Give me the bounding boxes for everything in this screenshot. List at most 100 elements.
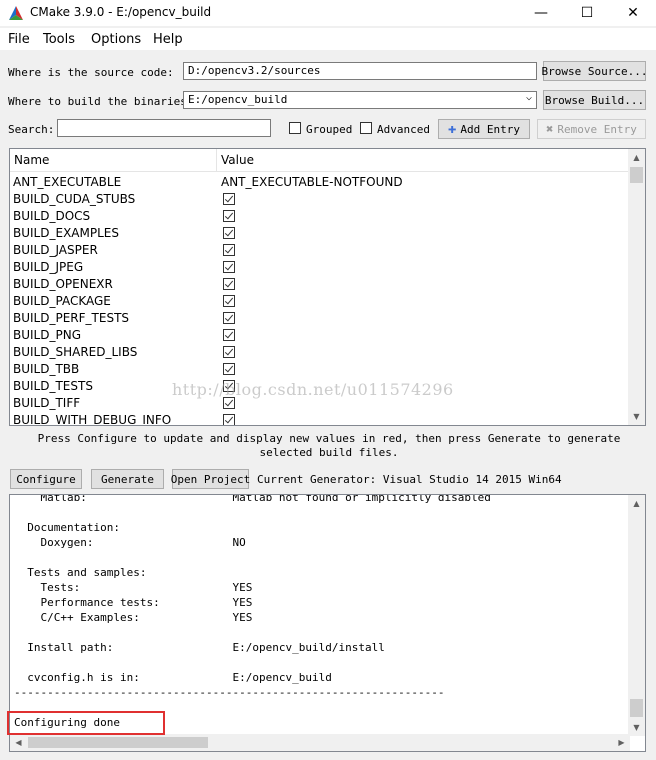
row-name: ANT_EXECUTABLE: [13, 175, 122, 189]
row-checkbox[interactable]: [223, 244, 235, 256]
row-checkbox[interactable]: [223, 346, 235, 358]
close-button[interactable]: ✕: [610, 0, 656, 26]
hscroll-thumb[interactable]: [28, 737, 208, 748]
output-hscrollbar[interactable]: ◀ ▶: [10, 734, 630, 751]
row-name: BUILD_SHARED_LIBS: [13, 345, 138, 359]
build-label: Where to build the binaries:: [8, 95, 194, 108]
row-checkbox[interactable]: [223, 312, 235, 324]
browse-build-button[interactable]: Browse Build...: [543, 90, 646, 110]
column-header-name[interactable]: Name: [14, 153, 49, 167]
cmake-logo-icon: [9, 6, 23, 20]
scroll-down-icon[interactable]: ▼: [628, 719, 645, 736]
table-scrollbar[interactable]: ▲ ▼: [628, 149, 645, 425]
row-checkbox[interactable]: [223, 261, 235, 273]
output-line: Matlab: Matlab not found or implicitly d…: [14, 494, 491, 504]
row-checkbox[interactable]: [223, 414, 235, 425]
table-row[interactable]: BUILD_JPEG: [10, 259, 630, 276]
scroll-thumb[interactable]: [630, 699, 643, 717]
remove-icon: ✖: [546, 122, 554, 136]
output-line: Tests and samples:: [14, 566, 147, 579]
row-value[interactable]: ANT_EXECUTABLE-NOTFOUND: [221, 175, 403, 189]
add-entry-button[interactable]: ✚ Add Entry: [438, 119, 530, 139]
remove-entry-label: Remove Entry: [557, 122, 637, 136]
output-line: Documentation:: [14, 521, 120, 534]
output-line: Tests: YES: [14, 581, 253, 594]
scroll-right-icon[interactable]: ▶: [613, 734, 630, 751]
row-name: BUILD_WITH_DEBUG_INFO: [13, 413, 172, 426]
output-line: Performance tests: YES: [14, 596, 253, 609]
window-title: CMake 3.9.0 - E:/opencv_build: [30, 5, 212, 19]
table-row[interactable]: BUILD_SHARED_LIBS: [10, 344, 630, 361]
menu-bar: File Tools Options Help: [0, 28, 656, 50]
build-path-combobox[interactable]: E:/opencv_build ⌵: [183, 91, 537, 109]
output-line: Install path: E:/opencv_build/install: [14, 641, 385, 654]
row-checkbox[interactable]: [223, 227, 235, 239]
row-name: BUILD_TBB: [13, 362, 80, 376]
configure-button[interactable]: Configure: [10, 469, 82, 489]
grouped-label: Grouped: [306, 123, 353, 136]
column-divider[interactable]: [216, 149, 217, 171]
highlight-annotation: [7, 711, 165, 735]
row-checkbox[interactable]: [223, 278, 235, 290]
row-checkbox[interactable]: [223, 210, 235, 222]
scroll-left-icon[interactable]: ◀: [10, 734, 27, 751]
row-name: BUILD_JASPER: [13, 243, 98, 257]
row-checkbox[interactable]: [223, 193, 235, 205]
row-name: BUILD_CUDA_STUBS: [13, 192, 136, 206]
table-row[interactable]: BUILD_DOCS: [10, 208, 630, 225]
maximize-button[interactable]: ☐: [564, 0, 610, 26]
source-label: Where is the source code:: [8, 66, 174, 79]
table-row[interactable]: BUILD_WITH_DEBUG_INFO: [10, 412, 630, 426]
table-row[interactable]: BUILD_PERF_TESTS: [10, 310, 630, 327]
table-row[interactable]: BUILD_TBB: [10, 361, 630, 378]
row-name: BUILD_EXAMPLES: [13, 226, 119, 240]
output-vscrollbar[interactable]: ▲ ▼: [628, 495, 645, 736]
chevron-down-icon[interactable]: ⌵: [526, 92, 532, 103]
output-line: ----------------------------------------…: [14, 686, 445, 699]
menu-options[interactable]: Options: [91, 32, 141, 47]
output-line: cvconfig.h is in: E:/opencv_build: [14, 671, 332, 684]
title-bar: CMake 3.9.0 - E:/opencv_build — ☐ ✕: [0, 0, 656, 26]
hint-text: Press Configure to update and display ne…: [37, 432, 621, 459]
row-checkbox[interactable]: [223, 363, 235, 375]
scroll-thumb[interactable]: [630, 167, 643, 183]
open-project-button[interactable]: Open Project: [171, 469, 250, 489]
plus-icon: ✚: [447, 121, 457, 137]
row-name: BUILD_JPEG: [13, 260, 84, 274]
browse-source-button[interactable]: Browse Source...: [542, 61, 647, 81]
build-path-value: E:/opencv_build: [188, 93, 288, 106]
table-row[interactable]: BUILD_JASPER: [10, 242, 630, 259]
watermark-text: http://blog.csdn.net/u011574296: [172, 380, 454, 399]
table-row[interactable]: BUILD_PACKAGE: [10, 293, 630, 310]
remove-entry-button[interactable]: ✖ Remove Entry: [537, 119, 646, 139]
scroll-up-icon[interactable]: ▲: [628, 149, 645, 166]
source-path-input[interactable]: D:/opencv3.2/sources: [183, 62, 537, 80]
advanced-checkbox[interactable]: [360, 122, 372, 134]
scroll-down-icon[interactable]: ▼: [628, 408, 645, 425]
row-checkbox[interactable]: [223, 295, 235, 307]
row-name: BUILD_DOCS: [13, 209, 91, 223]
current-generator-text: Current Generator: Visual Studio 14 2015…: [257, 473, 562, 486]
row-name: BUILD_PACKAGE: [13, 294, 111, 308]
table-row[interactable]: ANT_EXECUTABLE ANT_EXECUTABLE-NOTFOUND: [10, 174, 630, 191]
table-row[interactable]: BUILD_CUDA_STUBS: [10, 191, 630, 208]
minimize-button[interactable]: —: [518, 0, 564, 26]
scroll-up-icon[interactable]: ▲: [628, 495, 645, 512]
menu-file[interactable]: File: [8, 32, 30, 47]
menu-help[interactable]: Help: [153, 32, 183, 47]
generate-button[interactable]: Generate: [91, 469, 164, 489]
table-row[interactable]: BUILD_EXAMPLES: [10, 225, 630, 242]
add-entry-label: Add Entry: [460, 122, 521, 136]
advanced-label: Advanced: [377, 123, 430, 136]
table-row[interactable]: BUILD_OPENEXR: [10, 276, 630, 293]
row-name: BUILD_TESTS: [13, 379, 93, 393]
output-line: Doxygen: NO: [14, 536, 246, 549]
table-row[interactable]: BUILD_PNG: [10, 327, 630, 344]
row-name: BUILD_OPENEXR: [13, 277, 113, 291]
search-input[interactable]: [57, 119, 271, 137]
column-header-value[interactable]: Value: [221, 153, 254, 167]
menu-tools[interactable]: Tools: [43, 32, 75, 47]
grouped-checkbox[interactable]: [289, 122, 301, 134]
row-checkbox[interactable]: [223, 329, 235, 341]
row-name: BUILD_PNG: [13, 328, 81, 342]
